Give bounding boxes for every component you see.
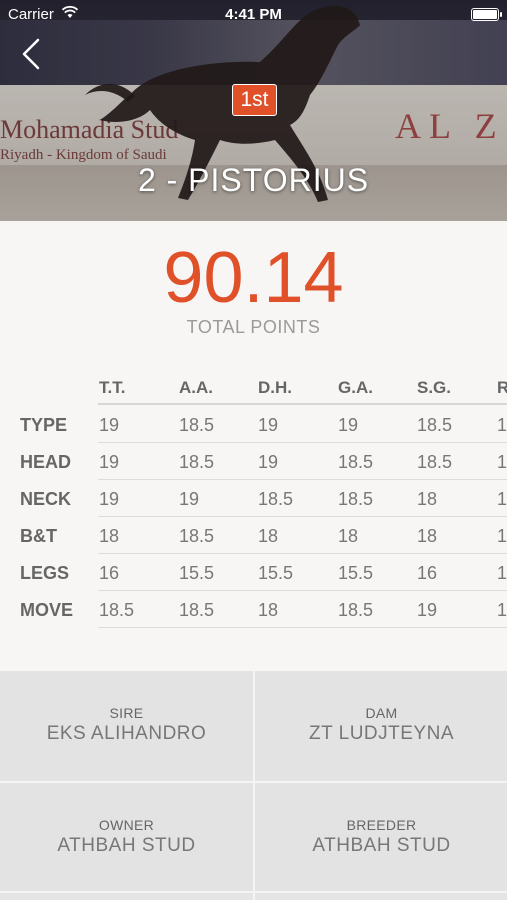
score-cell: 18.5	[338, 600, 374, 620]
horse-title: 2 - PISTORIUS	[137, 162, 370, 198]
dam-value: ZT LUDJTEYNA	[308, 723, 454, 744]
total-score: 90.14	[163, 238, 344, 318]
row-divider	[98, 442, 507, 443]
score-cell: 18.5	[258, 489, 294, 509]
back-button[interactable]	[18, 36, 48, 72]
score-cell: 19	[99, 489, 120, 509]
status-bar: Carrier 4:41 PM	[0, 0, 507, 30]
score-cell: 1	[497, 526, 507, 546]
scores-table: T.T. A.A. D.H. G.A. S.G. R TYPE 19 18.5 19 19 18.5 1…	[0, 370, 507, 630]
score-cell: 19	[338, 415, 359, 435]
score-cell: 18	[417, 526, 438, 546]
horse-details: SIRE EKS ALIHANDRO DAM ZT LUDJTEYNA OWNE…	[0, 671, 507, 900]
score-cell: 18	[99, 526, 120, 546]
column-header: A.A.	[179, 378, 213, 397]
sire-value: EKS ALIHANDRO	[46, 723, 207, 744]
divider	[253, 671, 255, 900]
score-cell: 19	[99, 452, 120, 472]
row-label: TYPE	[20, 415, 68, 435]
owner-label: OWNER	[98, 817, 155, 833]
column-header: D.H.	[258, 378, 292, 397]
score-cell: 18	[258, 600, 279, 620]
score-cell: 1	[497, 415, 507, 435]
score-cell: 1	[497, 563, 507, 583]
dam-label: DAM	[365, 705, 398, 721]
row-divider	[98, 516, 507, 517]
divider	[0, 781, 507, 783]
chevron-left-icon	[22, 38, 40, 70]
score-cell: 18.5	[99, 600, 135, 620]
header-divider	[98, 403, 507, 405]
column-header: T.T.	[99, 378, 126, 397]
row-label: MOVE	[20, 600, 74, 620]
column-header: G.A.	[338, 378, 373, 397]
score-cell: 18.5	[417, 415, 453, 435]
row-label: NECK	[20, 489, 72, 509]
breeder-label: BREEDER	[346, 817, 417, 833]
score-cell: 19	[99, 415, 120, 435]
row-label: B&T	[20, 526, 57, 546]
score-cell: 15.5	[338, 563, 374, 583]
score-cell: 15.5	[179, 563, 215, 583]
score-cell: 18.5	[179, 600, 215, 620]
score-cell: 18.5	[179, 526, 215, 546]
total-score-label: TOTAL POINTS	[186, 317, 321, 337]
score-cell: 18.5	[179, 415, 215, 435]
score-cell: 18.5	[417, 452, 453, 472]
score-cell: 16	[417, 563, 438, 583]
sire-cell[interactable]: SIRE EKS ALIHANDRO	[0, 671, 253, 780]
placement-badge: 1st	[232, 84, 277, 116]
score-cell: 18	[258, 526, 279, 546]
row-label: HEAD	[20, 452, 72, 472]
row-divider	[98, 590, 507, 591]
breeder-value: ATHBAH STUD	[312, 835, 451, 856]
score-cell: 19	[417, 600, 438, 620]
score-cell: 1	[497, 452, 507, 472]
owner-cell[interactable]: OWNER ATHBAH STUD	[0, 783, 253, 892]
score-cell: 18.5	[338, 452, 374, 472]
dam-cell[interactable]: DAM ZT LUDJTEYNA	[255, 671, 507, 780]
owner-value: ATHBAH STUD	[57, 835, 196, 856]
score-cell: 19	[179, 489, 200, 509]
score-cell: 1	[497, 600, 507, 620]
score-cell: 18.5	[338, 489, 374, 509]
column-header: R	[497, 378, 507, 397]
score-cell: 19	[258, 452, 279, 472]
row-label: LEGS	[20, 563, 70, 583]
battery-icon	[471, 8, 502, 21]
score-cell: 18	[338, 526, 359, 546]
row-divider	[98, 627, 507, 628]
score-cell: 18.5	[179, 452, 215, 472]
status-time: 4:41 PM	[225, 6, 282, 23]
score-cell: 18	[417, 489, 438, 509]
score-cell: 16	[99, 563, 120, 583]
score-cell: 1	[497, 489, 507, 509]
column-header: S.G.	[417, 378, 452, 397]
score-cell: 19	[258, 415, 279, 435]
score-cell: 15.5	[258, 563, 294, 583]
breeder-cell[interactable]: BREEDER ATHBAH STUD	[255, 783, 507, 892]
sire-label: SIRE	[109, 705, 144, 721]
divider	[0, 891, 507, 893]
row-divider	[98, 553, 507, 554]
row-divider	[98, 479, 507, 480]
